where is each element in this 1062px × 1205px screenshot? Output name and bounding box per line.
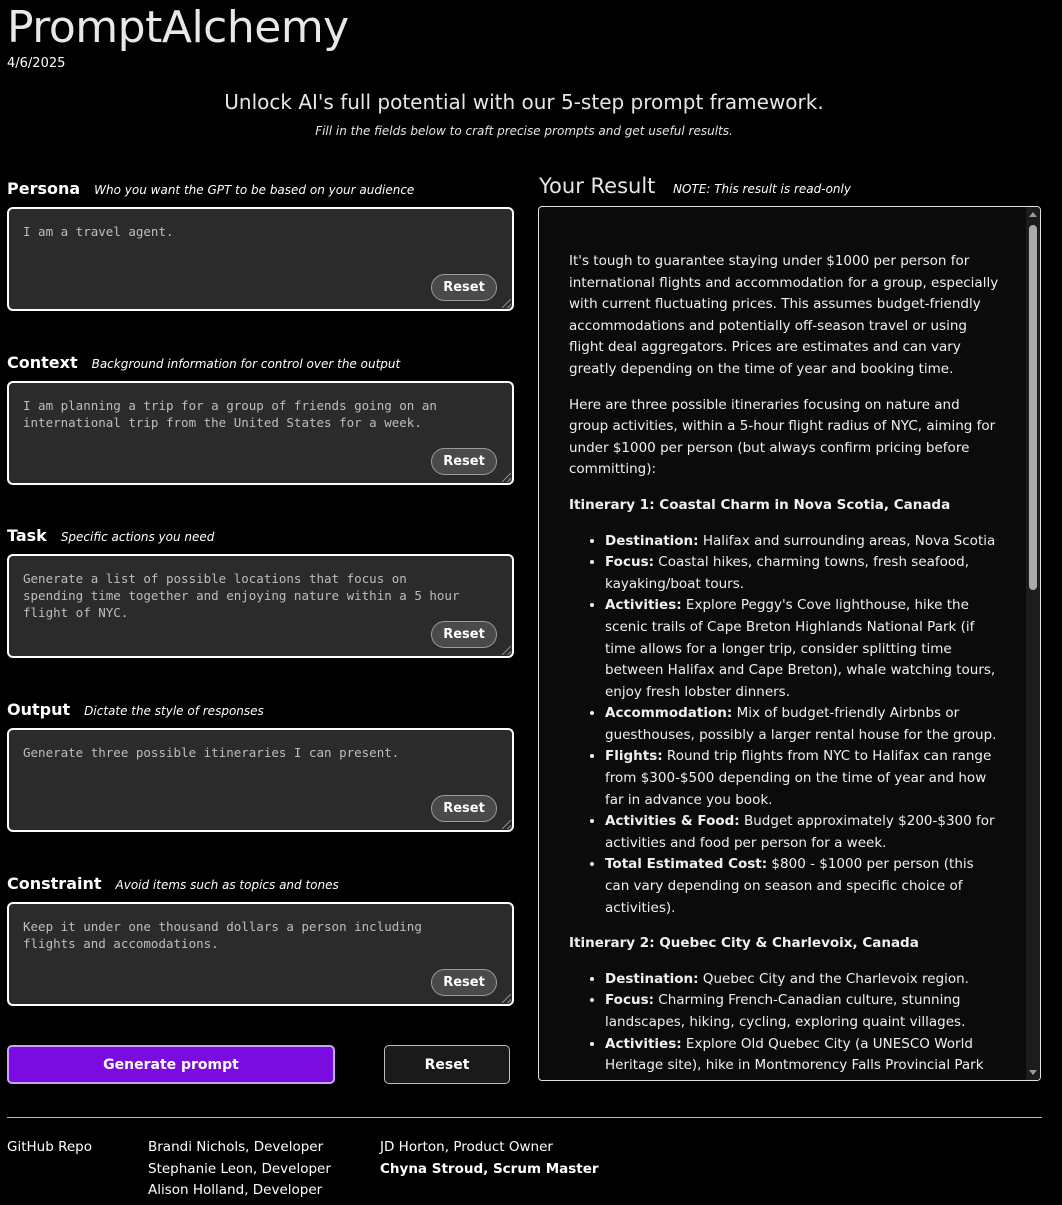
- item-key: Focus:: [605, 992, 654, 1009]
- context-reset-button[interactable]: Reset: [431, 448, 497, 475]
- output-reset-button[interactable]: Reset: [431, 795, 497, 822]
- item-text: Halifax and surrounding areas, Nova Scot…: [698, 532, 996, 549]
- context-field: Context Background information for contr…: [7, 353, 514, 485]
- persona-label: Persona: [7, 179, 81, 198]
- generate-prompt-button[interactable]: Generate prompt: [7, 1045, 335, 1084]
- context-hint: Background information for control over …: [91, 357, 401, 371]
- result-panel[interactable]: It's tough to guarantee staying under $1…: [538, 206, 1041, 1081]
- item-text: Quebec City and the Charlevoix region.: [698, 970, 969, 987]
- list-item: Destination: Quebec City and the Charlev…: [605, 969, 999, 991]
- task-textarea[interactable]: Generate a list of possible locations th…: [7, 554, 514, 658]
- item-key: Total Estimated Cost:: [605, 856, 768, 873]
- scroll-thumb[interactable]: [1029, 225, 1037, 590]
- resize-grip-icon[interactable]: [502, 820, 511, 829]
- task-field: Task Specific actions you need Generate …: [7, 526, 514, 658]
- item-text: Coastal hikes, charming towns, fresh sea…: [605, 554, 970, 592]
- task-hint: Specific actions you need: [60, 530, 215, 544]
- item-key: Destination:: [605, 970, 699, 987]
- app-title: PromptAlchemy: [7, 2, 349, 53]
- item-text: Round trip flights from NYC to Halifax c…: [605, 748, 992, 808]
- persona-reset-button[interactable]: Reset: [431, 274, 497, 301]
- context-textarea[interactable]: I am planning a trip for a group of frie…: [7, 381, 514, 485]
- item-text: Charming French-Canadian culture, stunni…: [605, 992, 966, 1030]
- result-title: Your Result: [539, 174, 656, 198]
- constraint-hint: Avoid items such as topics and tones: [115, 878, 339, 892]
- persona-hint: Who you want the GPT to be based on your…: [94, 183, 415, 197]
- output-textarea[interactable]: Generate three possible itineraries I ca…: [7, 728, 514, 832]
- item-key: Activities:: [605, 1035, 682, 1052]
- itinerary-1-title: Itinerary 1: Coastal Charm in Nova Scoti…: [569, 496, 951, 513]
- output-text[interactable]: Generate three possible itineraries I ca…: [23, 744, 472, 761]
- context-text[interactable]: I am planning a trip for a group of frie…: [23, 397, 472, 431]
- output-label: Output: [7, 700, 71, 719]
- scroll-up-icon[interactable]: [1029, 212, 1037, 217]
- constraint-label: Constraint: [7, 874, 102, 893]
- item-key: Accommodation:: [605, 705, 733, 722]
- list-item: Activities: Explore Old Quebec City (a U…: [605, 1034, 999, 1080]
- task-label: Task: [7, 526, 47, 545]
- resize-grip-icon[interactable]: [502, 646, 511, 655]
- result-scrollbar[interactable]: [1026, 207, 1040, 1080]
- item-key: Focus:: [605, 554, 654, 571]
- item-key: Destination:: [605, 532, 699, 549]
- task-text[interactable]: Generate a list of possible locations th…: [23, 570, 472, 621]
- tagline: Unlock AI's full potential with our 5-st…: [224, 90, 824, 114]
- footer-divider: [7, 1117, 1042, 1118]
- constraint-field: Constraint Avoid items such as topics an…: [7, 874, 514, 1006]
- persona-text[interactable]: I am a travel agent.: [23, 223, 472, 240]
- list-item: Activities & Food: Budget approximately …: [605, 811, 999, 854]
- result-note: NOTE: This result is read-only: [673, 182, 851, 196]
- list-item: Total Estimated Cost: $800 - $1000 per p…: [605, 854, 999, 919]
- persona-field: Persona Who you want the GPT to be based…: [7, 179, 514, 311]
- app-date: 4/6/2025: [7, 56, 66, 71]
- resize-grip-icon[interactable]: [502, 994, 511, 1003]
- result-intro-2: Here are three possible itineraries focu…: [569, 396, 996, 478]
- team-member: Alison Holland, Developer: [148, 1182, 323, 1199]
- scroll-down-icon[interactable]: [1029, 1070, 1037, 1075]
- result-content: It's tough to guarantee staying under $1…: [569, 251, 999, 1080]
- context-label: Context: [7, 353, 78, 372]
- item-key: Activities:: [605, 597, 682, 614]
- list-item: Flights: Round trip flights from NYC to …: [605, 746, 999, 811]
- itinerary-1-list: Destination: Halifax and surrounding are…: [605, 531, 999, 920]
- team-column-2: JD Horton, Product Owner Chyna Stroud, S…: [380, 1137, 599, 1180]
- subtagline: Fill in the fields below to craft precis…: [315, 124, 733, 138]
- itinerary-2-title: Itinerary 2: Quebec City & Charlevoix, C…: [569, 935, 919, 952]
- result-intro-1: It's tough to guarantee staying under $1…: [569, 253, 999, 377]
- resize-grip-icon[interactable]: [502, 299, 511, 308]
- constraint-reset-button[interactable]: Reset: [431, 969, 497, 996]
- item-key: Activities & Food:: [605, 813, 740, 830]
- team-column-1: Brandi Nichols, Developer Stephanie Leon…: [148, 1137, 331, 1202]
- itinerary-2-list: Destination: Quebec City and the Charlev…: [605, 969, 999, 1080]
- github-repo-link[interactable]: GitHub Repo: [7, 1137, 92, 1159]
- resize-grip-icon[interactable]: [502, 473, 511, 482]
- constraint-text[interactable]: Keep it under one thousand dollars a per…: [23, 918, 472, 952]
- list-item: Focus: Charming French-Canadian culture,…: [605, 990, 999, 1033]
- list-item: Activities: Explore Peggy's Cove lightho…: [605, 595, 999, 703]
- reset-all-button[interactable]: Reset: [384, 1045, 510, 1084]
- task-reset-button[interactable]: Reset: [431, 621, 497, 648]
- output-hint: Dictate the style of responses: [84, 704, 264, 718]
- team-member: JD Horton, Product Owner: [380, 1139, 553, 1155]
- team-member: Stephanie Leon, Developer: [148, 1160, 331, 1177]
- team-member: Brandi Nichols, Developer: [148, 1139, 324, 1155]
- persona-textarea[interactable]: I am a travel agent. Reset: [7, 207, 514, 311]
- item-key: Flights:: [605, 748, 663, 765]
- output-field: Output Dictate the style of responses Ge…: [7, 700, 514, 832]
- list-item: Accommodation: Mix of budget-friendly Ai…: [605, 703, 999, 746]
- team-member: Chyna Stroud, Scrum Master: [380, 1160, 599, 1177]
- constraint-textarea[interactable]: Keep it under one thousand dollars a per…: [7, 902, 514, 1006]
- list-item: Focus: Coastal hikes, charming towns, fr…: [605, 552, 999, 595]
- list-item: Destination: Halifax and surrounding are…: [605, 531, 999, 553]
